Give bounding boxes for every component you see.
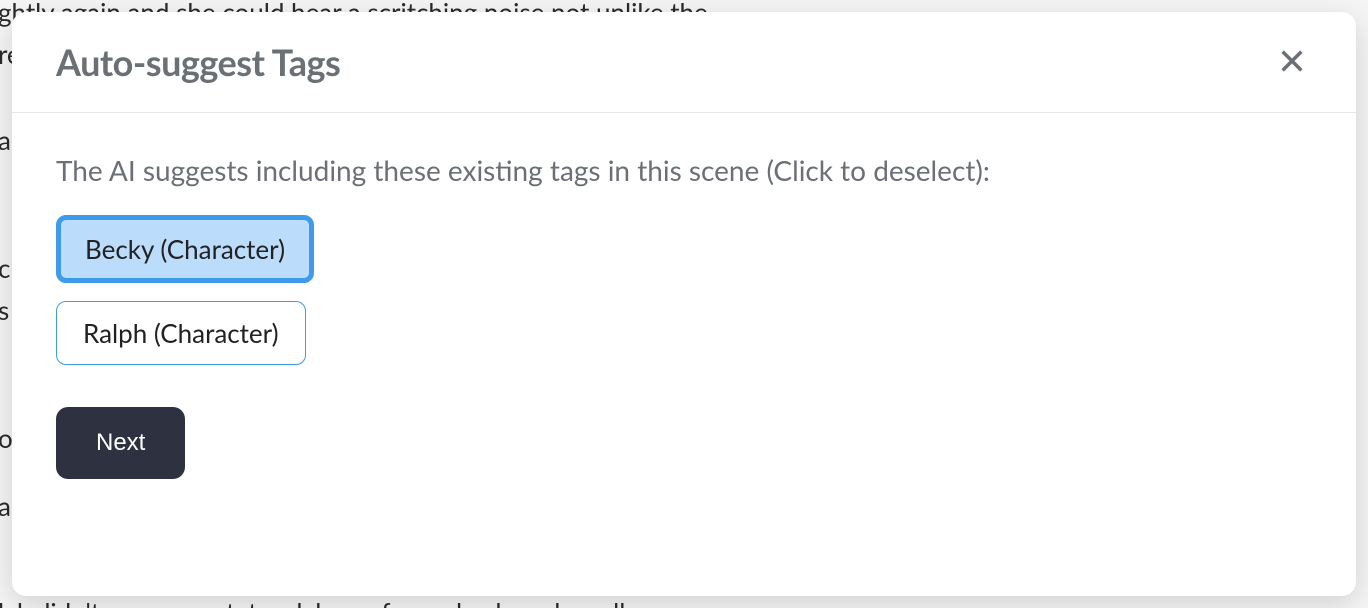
close-icon [1278, 47, 1306, 78]
tag-becky-character[interactable]: Becky (Character) [56, 215, 314, 283]
instruction-text: The AI suggests including these existing… [56, 153, 1312, 187]
close-button[interactable] [1272, 41, 1312, 84]
next-button[interactable]: Next [56, 407, 185, 479]
modal-title: Auto-suggest Tags [56, 40, 340, 84]
modal-body: The AI suggests including these existing… [12, 113, 1356, 523]
background-text: a [0, 120, 11, 162]
suggested-tag-list: Becky (Character) Ralph (Character) [56, 215, 1312, 365]
modal-header: Auto-suggest Tags [12, 12, 1356, 113]
background-text: s [0, 290, 9, 332]
tag-ralph-character[interactable]: Ralph (Character) [56, 301, 306, 365]
auto-suggest-tags-modal: Auto-suggest Tags The AI suggests includ… [12, 12, 1356, 596]
background-text: o [0, 418, 13, 460]
